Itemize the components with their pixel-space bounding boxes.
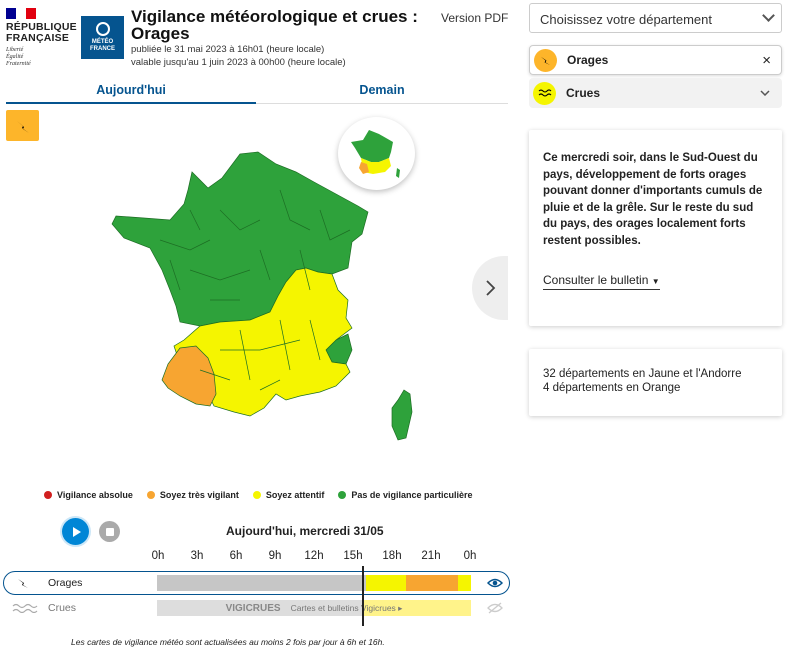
republic-motto: Liberté Égalité Fraternité — [6, 47, 31, 67]
update-footnote: Les cartes de vigilance météo sont actua… — [71, 637, 385, 647]
eye-icon[interactable] — [487, 577, 503, 589]
department-count-card: 32 départements en Jaune et l'Andorre 4 … — [529, 349, 782, 416]
hour-label: 6h — [229, 550, 243, 562]
vigicrues-link-text: Cartes et bulletins Vigicrues ▸ — [290, 602, 403, 613]
timeline-segment-orange — [405, 575, 458, 591]
tab-today[interactable]: Aujourd'hui — [6, 83, 256, 97]
active-tab-indicator — [6, 102, 256, 104]
department-select-placeholder: Choisissez votre département — [540, 12, 712, 27]
chip-label: Orages — [567, 53, 609, 67]
timeline-row-label: Orages — [48, 577, 83, 589]
timeline-segment-yellow — [366, 575, 406, 591]
legend-item: Vigilance absolue — [44, 490, 133, 500]
chevron-down-icon[interactable] — [760, 90, 770, 96]
france-mini-map[interactable] — [338, 117, 415, 190]
legend-dot-orange — [146, 491, 155, 499]
legend-item: Soyez attentif — [252, 490, 324, 500]
consult-bulletin-link[interactable]: Consulter le bulletin ▼ — [543, 273, 660, 290]
caret-down-icon: ▼ — [651, 277, 660, 286]
stop-button[interactable] — [99, 521, 120, 542]
orages-timeline-bar — [157, 575, 471, 591]
hour-label: 9h — [268, 550, 282, 562]
tab-tomorrow[interactable]: Demain — [256, 83, 508, 97]
chevron-down-icon — [762, 9, 775, 22]
timeline-day-label: Aujourd'hui, mercredi 31/05 — [226, 524, 384, 538]
vigicrues-link[interactable]: VIGICRUES Cartes et bulletins Vigicrues … — [157, 600, 471, 616]
legend-dot-red — [44, 491, 52, 499]
vigilance-legend: Vigilance absolue Soyez très vigilant So… — [44, 490, 472, 500]
chevron-right-icon — [486, 280, 496, 296]
french-flag-icon — [6, 8, 36, 19]
hour-label: 3h — [190, 550, 204, 562]
current-time-cursor[interactable] — [362, 566, 364, 626]
waves-icon — [538, 89, 551, 97]
page-title: Vigilance météorologique et crues : Orag… — [131, 7, 418, 43]
lightning-icon — [16, 120, 29, 133]
orages-chip-icon — [534, 48, 557, 72]
hour-label: 0h — [151, 550, 165, 562]
yellow-count: 32 départements en Jaune et l'Andorre — [543, 368, 742, 380]
waves-icon — [12, 603, 38, 613]
tab-divider — [256, 103, 508, 104]
hour-label: 0h — [463, 550, 477, 562]
timeline-segment-yellow — [457, 575, 471, 591]
eye-off-icon — [487, 602, 503, 614]
lightning-icon — [18, 579, 28, 588]
lightning-icon — [540, 56, 551, 65]
crues-chip-icon — [533, 81, 556, 105]
play-button[interactable] — [62, 518, 89, 545]
bulletin-card: Ce mercredi soir, dans le Sud-Ouest du p… — [529, 130, 782, 326]
hour-label: 21h — [421, 550, 441, 562]
close-icon[interactable]: × — [762, 52, 771, 69]
hour-label: 12h — [304, 550, 324, 562]
legend-dot-yellow — [252, 491, 261, 499]
chip-label: Crues — [566, 86, 601, 100]
next-map-button[interactable] — [472, 256, 508, 320]
orange-count: 4 départements en Orange — [543, 382, 681, 394]
hour-label: 18h — [382, 550, 402, 562]
phenomenon-chip-crues[interactable]: Crues — [529, 78, 782, 108]
legend-dot-green — [338, 491, 347, 499]
timeline-row-label: Crues — [48, 602, 77, 614]
hour-label: 15h — [343, 550, 363, 562]
mini-map-icon — [350, 129, 400, 178]
phenomenon-badge — [6, 110, 39, 141]
legend-item: Pas de vigilance particulière — [338, 490, 472, 500]
timeline-segment-grey — [157, 575, 367, 591]
valid-until: valable jusqu'au 1 juin 2023 à 00h00 (he… — [131, 57, 346, 68]
phenomenon-chip-orages[interactable]: Orages × — [529, 45, 782, 75]
france-vigilance-map[interactable] — [100, 150, 440, 450]
department-select[interactable]: Choisissez votre département — [529, 3, 782, 33]
map-corsica — [391, 389, 413, 441]
bulletin-summary: Ce mercredi soir, dans le Sud-Ouest du p… — [543, 152, 763, 247]
pdf-version-link[interactable]: Version PDF — [441, 11, 508, 25]
meteo-france-emblem-icon — [95, 22, 110, 36]
play-icon — [72, 526, 81, 537]
legend-item: Soyez très vigilant — [146, 490, 239, 500]
republique-francaise-logo: République Française Liberté Égalité Frate… — [6, 8, 77, 68]
published-date: publiée le 31 mai 2023 à 16h01 (heure lo… — [131, 44, 325, 55]
republic-name: République Française — [6, 21, 77, 44]
vigicrues-logo: VIGICRUES — [225, 602, 281, 614]
stop-icon — [105, 527, 114, 536]
meteo-france-logo[interactable]: MÉTÉO FRANCE — [81, 16, 124, 59]
